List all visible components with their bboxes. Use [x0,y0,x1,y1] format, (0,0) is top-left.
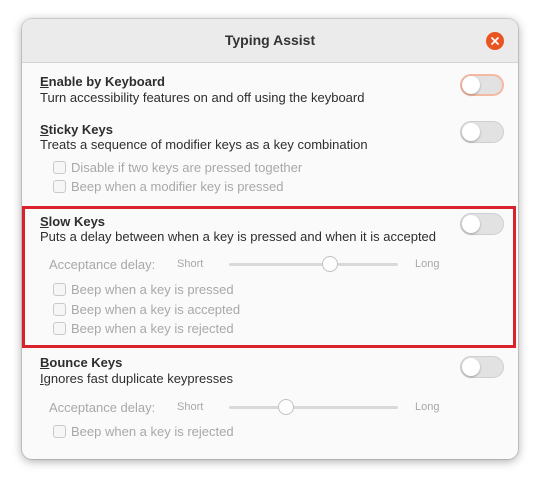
enable-by-keyboard-description: Turn accessibility features on and off u… [40,90,365,105]
checkbox-label: Beep when a modifier key is pressed [71,179,284,194]
title-bar: Typing Assist [22,19,518,63]
bounce-keys-title: Bounce Keys [40,355,123,370]
sticky-keys-description: Treats a sequence of modifier keys as a … [40,137,368,152]
enable-by-keyboard-switch[interactable] [460,74,504,96]
switch-knob [462,123,480,141]
checkbox-label: Beep when a key is rejected [71,424,234,439]
bounce-keys-short-label: Short [177,401,204,413]
switch-knob [462,76,480,94]
bounce-keys-description: Ignores fast duplicate keypresses [40,371,233,386]
checkbox-box[interactable] [53,425,66,438]
sticky-keys-switch[interactable] [460,121,504,143]
checkbox-label: Disable if two keys are pressed together [71,160,303,175]
enable-by-keyboard-title: Enable by Keyboard [40,74,165,89]
bounce-keys-acceptance-delay-label: Acceptance delay: [49,400,156,415]
slow-keys-highlight-box [22,206,516,348]
close-icon [491,37,499,45]
close-button[interactable] [486,32,504,50]
bounce-keys-switch[interactable] [460,356,504,378]
slider-handle[interactable] [278,399,294,415]
checkbox-box[interactable] [53,180,66,193]
sticky-keys-title: Sticky Keys [40,122,113,137]
window-title: Typing Assist [224,32,316,48]
typing-assist-dialog: Typing Assist Enable by Keyboard Turn ac… [22,19,518,459]
switch-knob [462,358,480,376]
checkbox-box[interactable] [53,161,66,174]
bounce-keys-delay-slider[interactable] [229,399,398,415]
bounce-keys-long-label: Long [415,401,440,413]
